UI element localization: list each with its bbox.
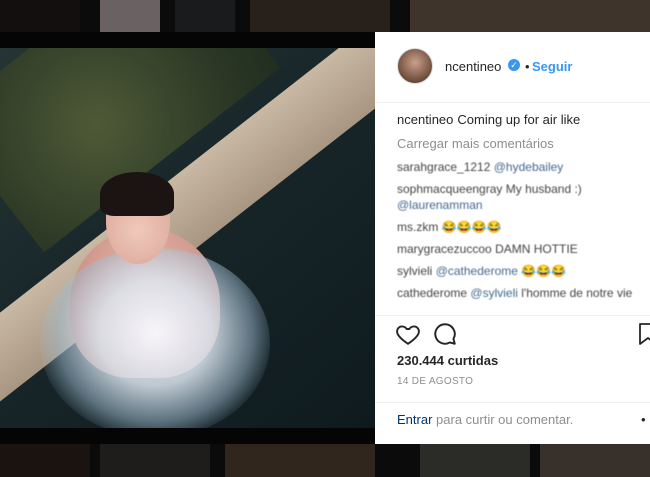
photo-person-hair xyxy=(100,172,174,216)
comment-mention[interactable]: @laurenamman xyxy=(397,198,483,212)
post-details-panel: ncentineo ✓ • Seguir ncentineo Coming up … xyxy=(375,32,650,444)
heart-icon[interactable] xyxy=(395,321,421,347)
caption-text: Coming up for air like xyxy=(457,112,581,127)
caption-username[interactable]: ncentineo xyxy=(397,112,453,127)
comment-item: ms.zkm 😂😂😂😂 xyxy=(397,219,642,235)
follow-button[interactable]: Seguir xyxy=(532,59,572,74)
comments-list[interactable]: ncentineo Coming up for air like Carregar… xyxy=(397,112,642,312)
comment-username[interactable]: cathederome xyxy=(397,286,467,300)
more-options-button[interactable]: • xyxy=(641,412,646,427)
post-photo xyxy=(0,48,376,428)
comment-item: sophmacqueengray My husband :) @laurenam… xyxy=(397,181,642,213)
comment-item: sarahgrace_1212 @hydebailey xyxy=(397,159,642,175)
login-prompt-text: para curtir ou comentar. xyxy=(436,412,574,427)
actions-divider xyxy=(375,315,650,316)
photo-water-splash xyxy=(40,248,270,428)
comment-username[interactable]: sylvieli xyxy=(397,264,432,278)
comment-text: 😂😂😂😂 xyxy=(441,220,502,234)
avatar[interactable] xyxy=(397,48,433,84)
comment-text: l'homme de notre vie xyxy=(521,286,633,300)
author-username[interactable]: ncentineo xyxy=(445,59,501,74)
verified-badge-icon: ✓ xyxy=(508,59,520,71)
comment-mention[interactable]: @hydebailey xyxy=(494,160,564,174)
comment-item: sylvieli @cathederome 😂😂😂 xyxy=(397,263,642,279)
bookmark-icon[interactable] xyxy=(638,322,650,346)
comment-username[interactable]: marygracezuccoo xyxy=(397,242,492,256)
login-divider xyxy=(375,402,650,403)
comment-item: marygracezuccoo DAMN HOTTIE xyxy=(397,241,642,257)
login-link[interactable]: Entrar xyxy=(397,412,432,427)
comment-username[interactable]: sarahgrace_1212 xyxy=(397,160,490,174)
comment-text: DAMN HOTTIE xyxy=(495,242,578,256)
login-prompt: Entrar para curtir ou comentar. xyxy=(397,412,573,427)
comment-username[interactable]: ms.zkm xyxy=(397,220,438,234)
load-more-comments-button[interactable]: Carregar mais comentários xyxy=(397,136,642,152)
comment-text: 😂😂😂 xyxy=(521,264,567,278)
comment-icon[interactable] xyxy=(432,321,458,347)
comment-username[interactable]: sophmacqueengray xyxy=(397,182,502,196)
header-separator: • xyxy=(525,59,530,74)
comment-item: cathederome @sylvieli l'homme de notre v… xyxy=(397,285,642,301)
comment-mention[interactable]: @sylvieli xyxy=(470,286,518,300)
comment-text: My husband :) xyxy=(505,182,582,196)
comment-mention[interactable]: @cathederome xyxy=(436,264,518,278)
caption: ncentineo Coming up for air like xyxy=(397,112,642,128)
post-date[interactable]: 14 DE AGOSTO xyxy=(397,376,473,387)
likes-count[interactable]: 230.444 curtidas xyxy=(397,353,498,368)
post-header: ncentineo ✓ • Seguir xyxy=(375,32,650,103)
